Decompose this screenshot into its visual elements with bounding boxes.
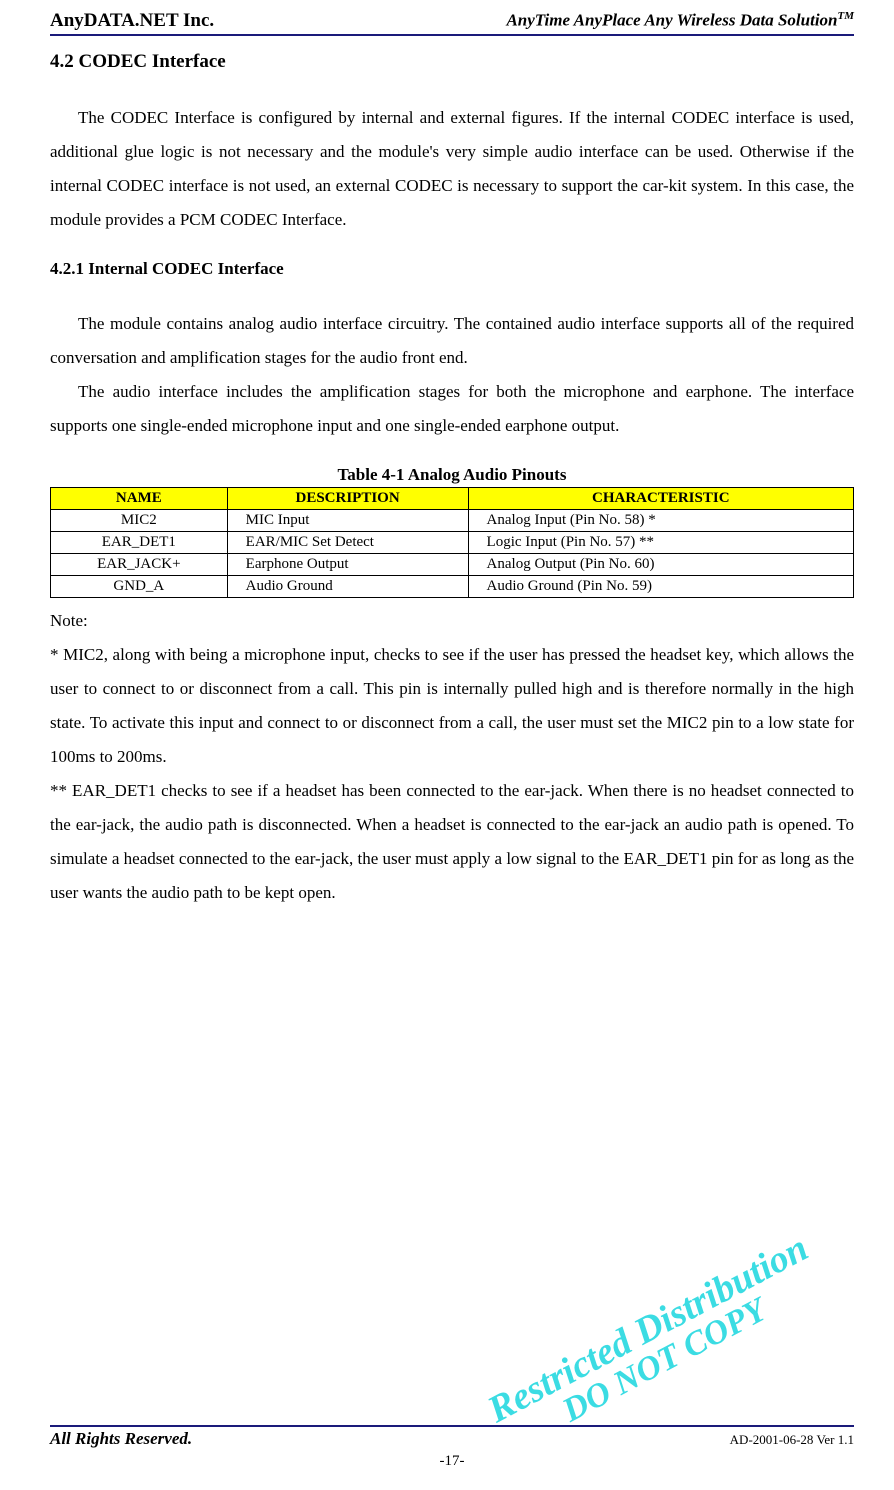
cell-name: EAR_JACK+ (51, 554, 228, 576)
cell-char: Analog Input (Pin No. 58) * (468, 510, 853, 532)
paragraph-3: The audio interface includes the amplifi… (50, 375, 854, 443)
tagline-tm: TM (838, 10, 855, 22)
table-header-row: NAME DESCRIPTION CHARACTERISTIC (51, 488, 854, 510)
audio-pinouts-table: NAME DESCRIPTION CHARACTERISTIC MIC2 MIC… (50, 487, 854, 598)
th-name: NAME (51, 488, 228, 510)
table-row: MIC2 MIC Input Analog Input (Pin No. 58)… (51, 510, 854, 532)
cell-desc: Earphone Output (227, 554, 468, 576)
section-heading: 4.2 CODEC Interface (50, 51, 854, 73)
table-row: GND_A Audio Ground Audio Ground (Pin No.… (51, 576, 854, 598)
watermark-line1: Restricted Distribution (482, 1229, 814, 1430)
cell-char: Logic Input (Pin No. 57) ** (468, 532, 853, 554)
footer-rule (50, 1425, 854, 1427)
cell-char: Analog Output (Pin No. 60) (468, 554, 853, 576)
company-name: AnyDATA.NET Inc. (50, 10, 214, 32)
footer-left: All Rights Reserved. (50, 1429, 192, 1449)
tagline-text: AnyTime AnyPlace Any Wireless Data Solut… (506, 11, 837, 30)
tagline: AnyTime AnyPlace Any Wireless Data Solut… (506, 10, 854, 31)
note-2: ** EAR_DET1 checks to see if a headset h… (50, 774, 854, 910)
sub-heading: 4.2.1 Internal CODEC Interface (50, 259, 854, 279)
table-row: EAR_DET1 EAR/MIC Set Detect Logic Input … (51, 532, 854, 554)
note-label: Note: (50, 604, 854, 638)
footer-page-number: -17- (50, 1453, 854, 1470)
footer-right: AD-2001-06-28 Ver 1.1 (730, 1432, 854, 1448)
cell-name: EAR_DET1 (51, 532, 228, 554)
th-characteristic: CHARACTERISTIC (468, 488, 853, 510)
page-header: AnyDATA.NET Inc. AnyTime AnyPlace Any Wi… (50, 10, 854, 36)
th-description: DESCRIPTION (227, 488, 468, 510)
cell-desc: Audio Ground (227, 576, 468, 598)
cell-desc: MIC Input (227, 510, 468, 532)
cell-name: GND_A (51, 576, 228, 598)
page-footer: All Rights Reserved. AD-2001-06-28 Ver 1… (50, 1425, 854, 1470)
table-row: EAR_JACK+ Earphone Output Analog Output … (51, 554, 854, 576)
cell-desc: EAR/MIC Set Detect (227, 532, 468, 554)
note-1: * MIC2, along with being a microphone in… (50, 638, 854, 774)
cell-name: MIC2 (51, 510, 228, 532)
paragraph-2: The module contains analog audio interfa… (50, 307, 854, 375)
cell-char: Audio Ground (Pin No. 59) (468, 576, 853, 598)
table-caption: Table 4-1 Analog Audio Pinouts (50, 465, 854, 485)
paragraph-intro: The CODEC Interface is configured by int… (50, 101, 854, 237)
